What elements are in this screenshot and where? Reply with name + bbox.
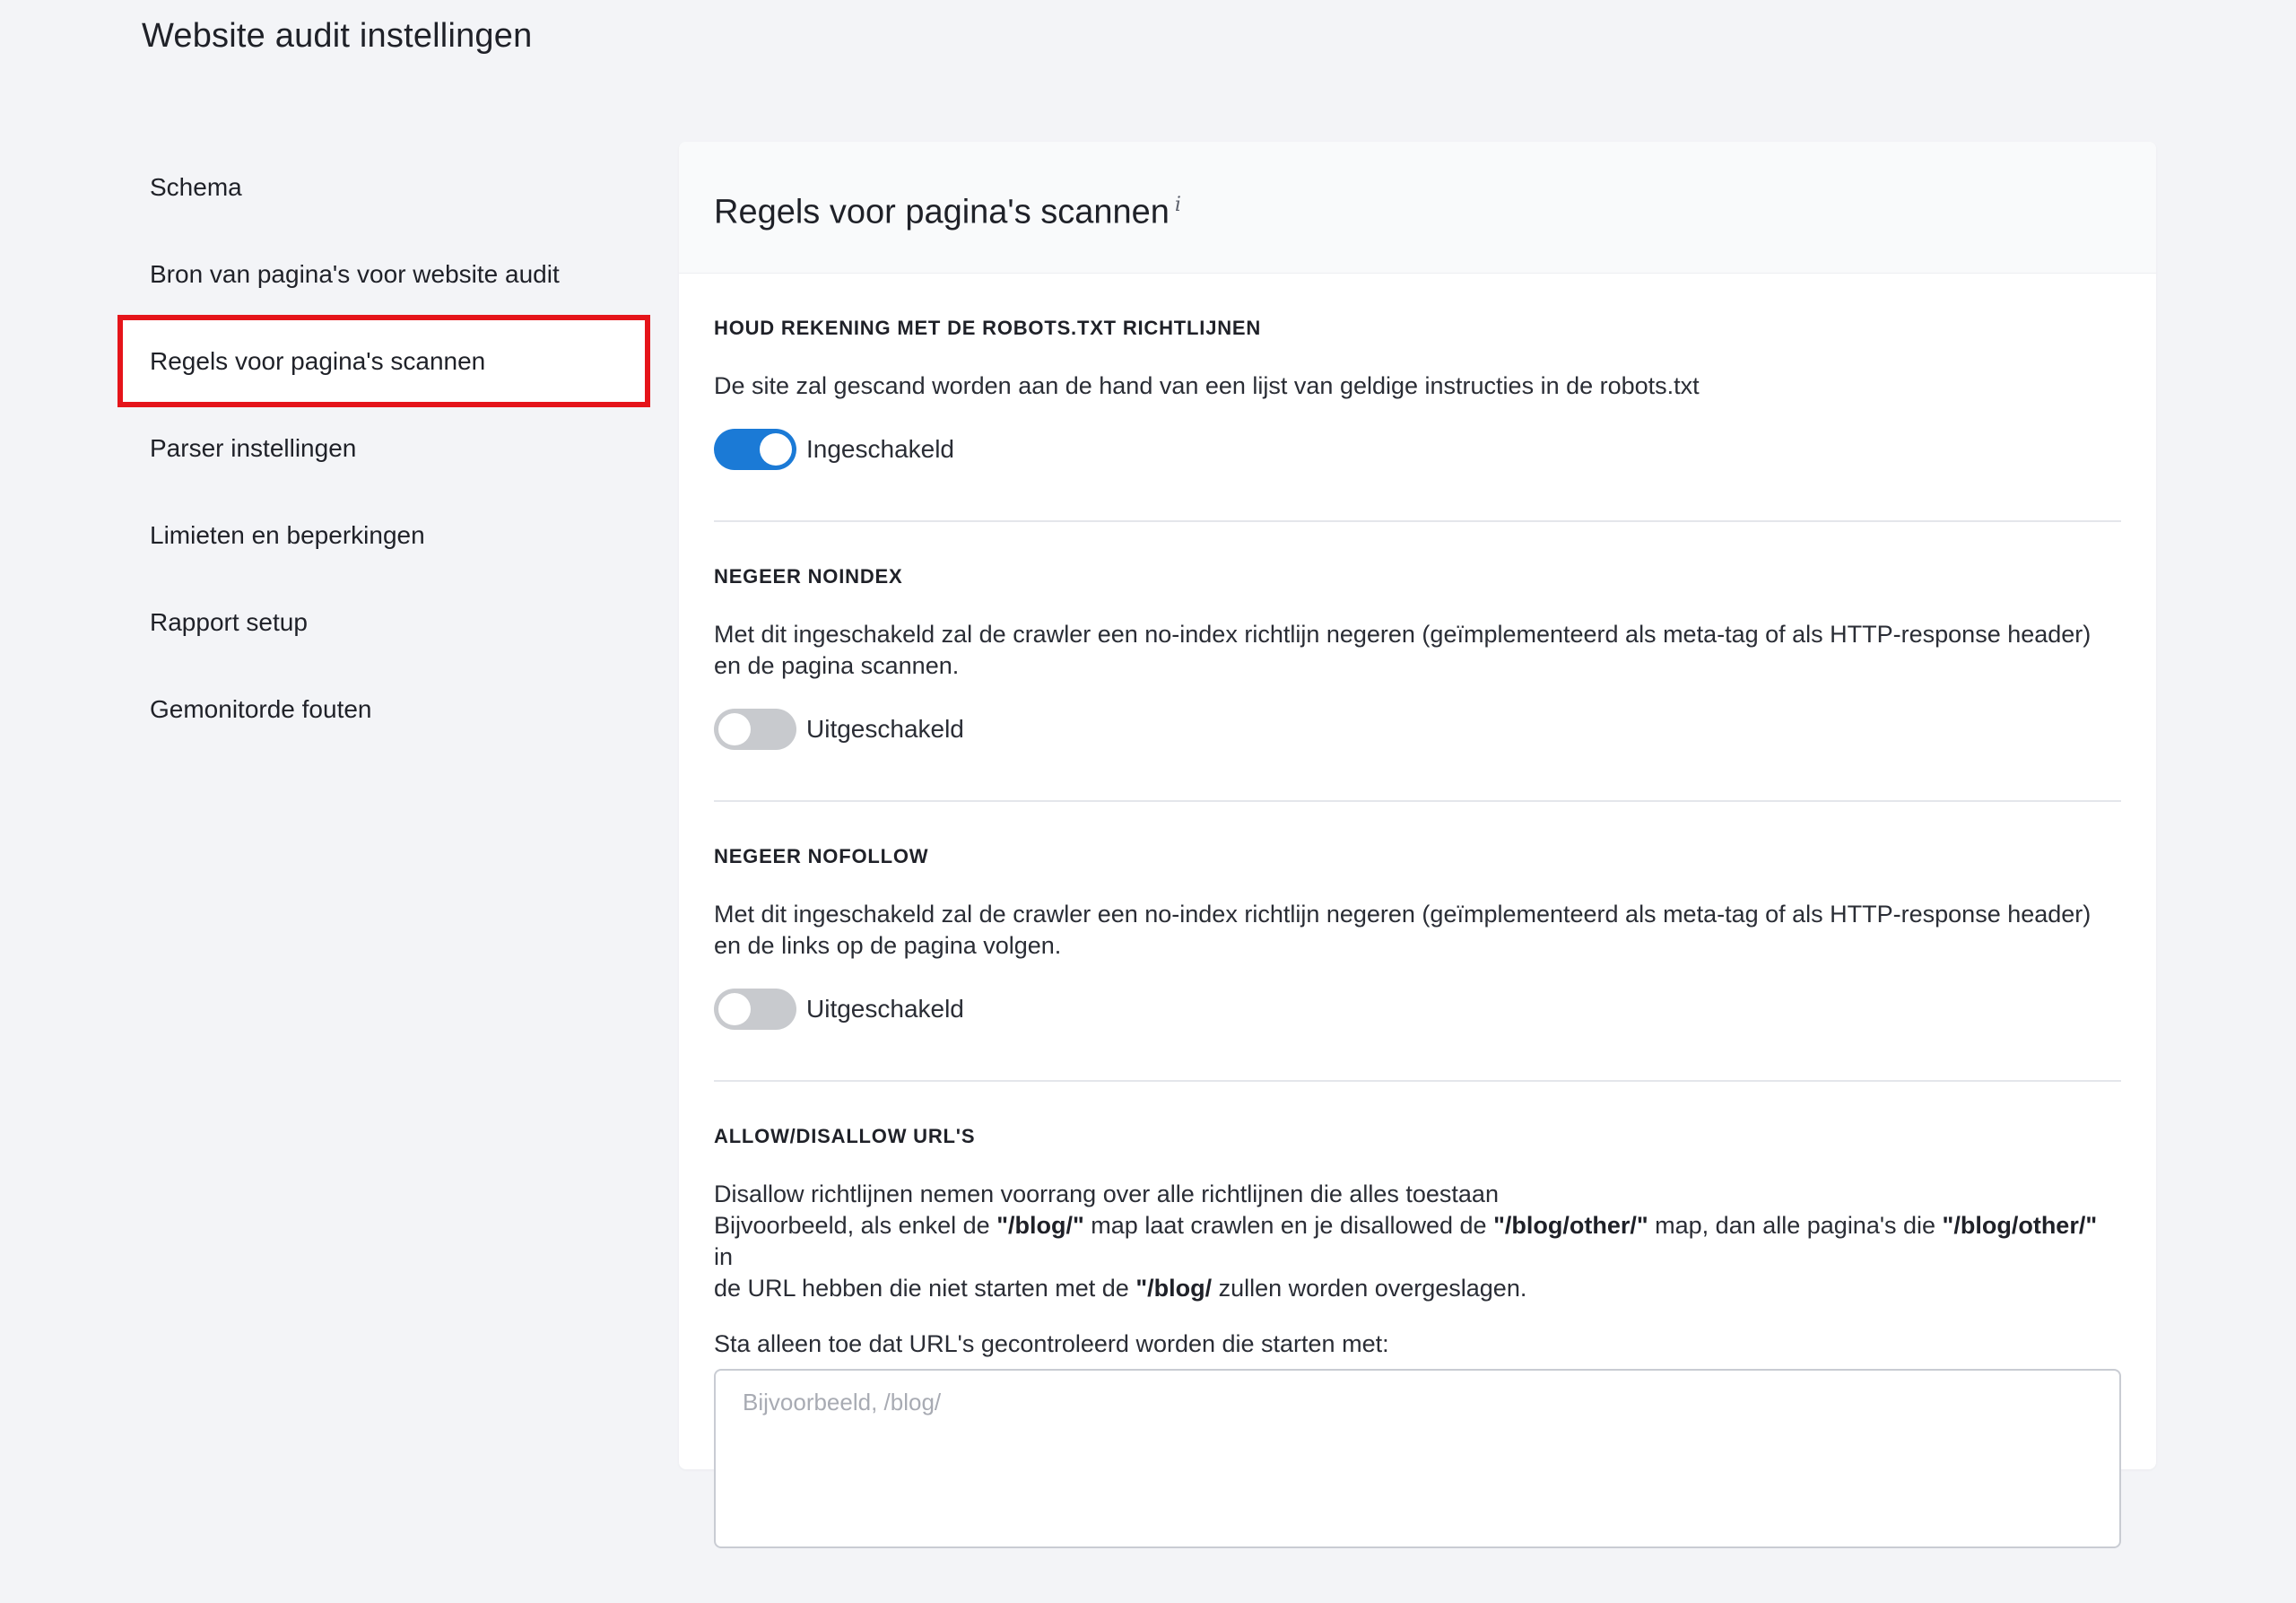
robots-txt-section: HOUD REKENING MET DE ROBOTS.TXT RICHTLIJ… [714,274,2121,522]
text-span: Bijvoorbeeld, als enkel de [714,1212,997,1239]
info-icon[interactable]: i [1175,194,1181,216]
settings-panel: Regels voor pagina's scannen i HOUD REKEN… [679,142,2156,1548]
sidebar-item-parser-settings[interactable]: Parser instellingen [120,405,648,492]
section-title: NEGEER NOINDEX [714,565,903,588]
sidebar-item-scan-rules[interactable]: Regels voor pagina's scannen [117,315,650,407]
panel-title: Regels voor pagina's scannen i [714,184,1181,234]
text-span: in [714,1243,734,1270]
ignore-nofollow-section: NEGEER NOFOLLOW Met dit ingeschakeld zal… [714,802,2121,1082]
description-line: en de links op de pagina volgen. [714,932,1062,959]
robots-txt-toggle[interactable] [714,429,796,470]
page-title: Website audit instellingen [142,17,533,55]
text-span: zullen worden overgeslagen. [1212,1275,1527,1302]
toggle-row: Uitgeschakeld [714,709,2121,750]
text-span: de URL hebben die niet starten met de [714,1275,1136,1302]
section-description: Met dit ingeschakeld zal de crawler een … [714,619,2121,682]
toggle-row: Ingeschakeld [714,429,2121,470]
description-line: Disallow richtlijnen nemen voorrang over… [714,1180,1499,1207]
ignore-nofollow-toggle[interactable] [714,989,796,1030]
description-line: Met dit ingeschakeld zal de crawler een … [714,901,2092,928]
allow-urls-label: Sta alleen toe dat URL's gecontroleerd w… [714,1330,1389,1357]
toggle-label: Uitgeschakeld [806,995,964,1023]
sidebar-item-limits[interactable]: Limieten en beperkingen [120,492,648,579]
sidebar-item-monitored-errors[interactable]: Gemonitorde fouten [120,666,648,753]
allow-urls-textarea[interactable] [714,1369,2121,1548]
code-path: "/blog/other/" [1942,1212,2098,1239]
section-title: NEGEER NOFOLLOW [714,845,929,867]
code-path: "/blog/ [1135,1275,1213,1302]
text-span: map laat crawlen en je disallowed de [1083,1212,1494,1239]
description-line: de URL hebben die niet starten met de "/… [714,1273,2121,1304]
section-description: Disallow richtlijnen nemen voorrang over… [714,1179,2121,1304]
toggle-label: Ingeschakeld [806,435,955,463]
ignore-noindex-toggle[interactable] [714,709,796,750]
toggle-knob [760,433,792,466]
description-line: Met dit ingeschakeld zal de crawler een … [714,621,2092,648]
code-path: "/blog/" [996,1212,1084,1239]
section-description: Met dit ingeschakeld zal de crawler een … [714,899,2121,962]
toggle-knob [718,993,751,1025]
description-line: Bijvoorbeeld, als enkel de "/blog/" map … [714,1210,2121,1273]
sidebar-item-report-setup[interactable]: Rapport setup [120,579,648,666]
description-line: en de pagina scannen. [714,652,960,679]
sidebar-item-page-source[interactable]: Bron van pagina's voor website audit [120,231,648,318]
section-description: De site zal gescand worden aan de hand v… [714,372,1700,399]
section-title: ALLOW/DISALLOW URL'S [714,1125,976,1147]
toggle-knob [718,713,751,745]
toggle-label: Uitgeschakeld [806,715,964,743]
settings-sidebar: Schema Bron van pagina's voor website au… [117,144,650,753]
panel-body: HOUD REKENING MET DE ROBOTS.TXT RICHTLIJ… [679,274,2156,1603]
sidebar-item-schema[interactable]: Schema [120,144,648,231]
section-title: HOUD REKENING MET DE ROBOTS.TXT RICHTLIJ… [714,317,1262,339]
toggle-row: Uitgeschakeld [714,989,2121,1030]
panel-title-text: Regels voor pagina's scannen [714,193,1170,231]
panel-header: Regels voor pagina's scannen i [679,142,2156,274]
code-path: "/blog/other/" [1493,1212,1648,1239]
allow-disallow-section: ALLOW/DISALLOW URL'S Disallow richtlijne… [714,1082,2121,1603]
ignore-noindex-section: NEGEER NOINDEX Met dit ingeschakeld zal … [714,522,2121,802]
text-span: map, dan alle pagina's die [1648,1212,1943,1239]
